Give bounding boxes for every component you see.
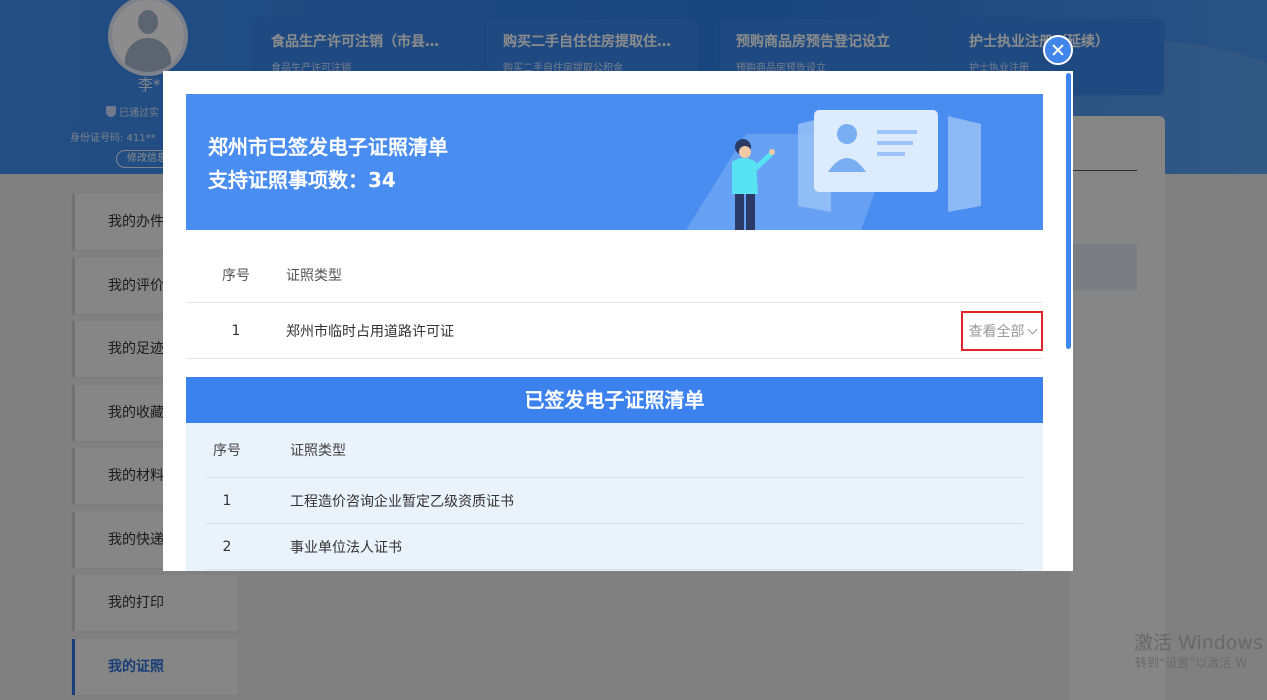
modal-scrollbar[interactable] [1066, 73, 1071, 349]
close-icon[interactable] [1043, 35, 1073, 65]
modal-scroll-area[interactable]: 郑州市已签发电子证照清单 支持证照事项数：34 序号 证照类型 1 郑州市临时占… [163, 71, 1063, 571]
license-illustration-icon [686, 110, 981, 230]
row-no: 1 [231, 322, 241, 339]
license-list-modal: 郑州市已签发电子证照清单 支持证照事项数：34 序号 证照类型 1 郑州市临时占… [163, 71, 1073, 571]
header-type: 证照类型 [290, 443, 346, 459]
header-no: 序号 [213, 443, 241, 459]
view-all-button[interactable]: 查看全部 [961, 311, 1043, 351]
row-type: 事业单位法人证书 [290, 539, 402, 556]
row-type: 工程造价咨询企业暂定乙级资质证书 [290, 493, 514, 510]
table-header: 序号 证照类型 [206, 423, 1023, 478]
banner-title: 郑州市已签发电子证照清单 [208, 135, 448, 159]
zhengzhou-license-table: 序号 证照类型 1 郑州市临时占用道路许可证 查看全部 [186, 247, 1043, 359]
view-all-label: 查看全部 [968, 324, 1025, 340]
section-title: 已签发电子证照清单 [186, 377, 1043, 423]
header-type: 证照类型 [286, 267, 342, 284]
row-no: 2 [222, 538, 232, 555]
row-no: 1 [222, 492, 232, 509]
issued-license-table: 序号 证照类型 1 工程造价咨询企业暂定乙级资质证书 2 事业单位法人证书 [186, 423, 1043, 571]
issued-license-section: 已签发电子证照清单 序号 证照类型 1 工程造价咨询企业暂定乙级资质证书 2 事… [186, 377, 1043, 571]
table-row: 2 事业单位法人证书 [206, 524, 1023, 570]
modal-banner: 郑州市已签发电子证照清单 支持证照事项数：34 [186, 94, 1043, 230]
table-header: 序号 证照类型 [186, 247, 1043, 303]
row-type: 郑州市临时占用道路许可证 [286, 323, 454, 340]
table-row: 1 工程造价咨询企业暂定乙级资质证书 [206, 478, 1023, 524]
chevron-down-icon [1027, 324, 1037, 334]
banner-count: 支持证照事项数：34 [208, 168, 396, 192]
header-no: 序号 [222, 267, 250, 284]
table-row: 1 郑州市临时占用道路许可证 查看全部 [186, 303, 1043, 359]
